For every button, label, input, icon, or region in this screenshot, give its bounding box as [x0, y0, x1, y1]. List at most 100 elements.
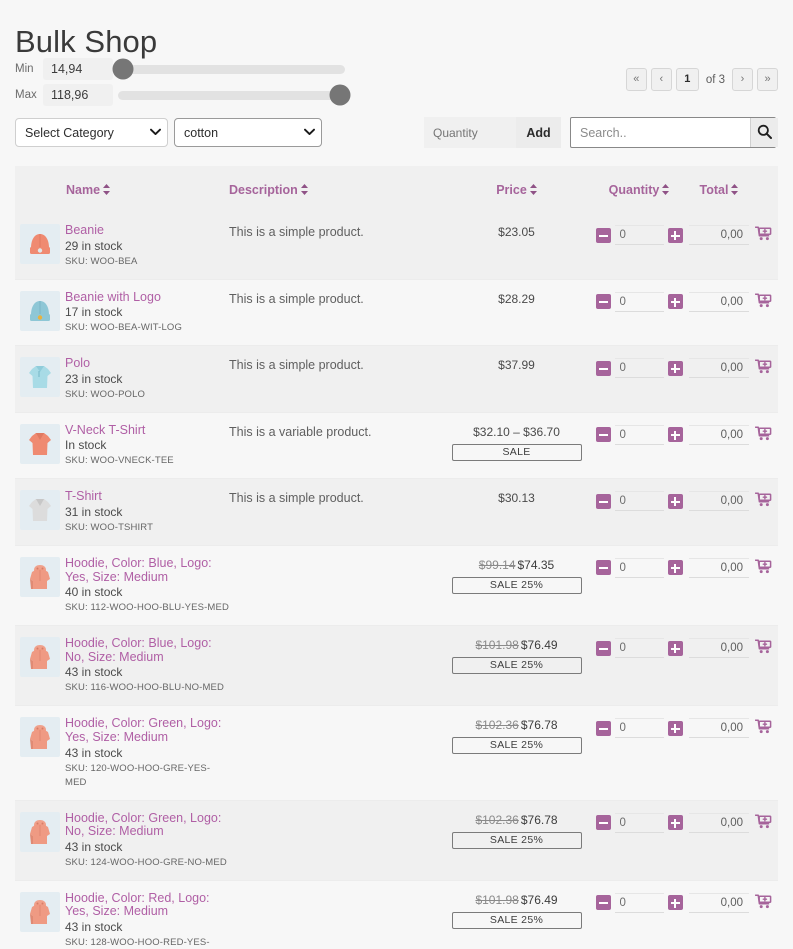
- quantity-decrease-button[interactable]: [596, 560, 611, 575]
- product-name-link[interactable]: Beanie with Logo: [65, 291, 229, 305]
- min-price-slider[interactable]: [118, 65, 345, 74]
- add-to-cart-button[interactable]: [755, 492, 772, 508]
- quantity-input[interactable]: [615, 893, 664, 913]
- product-name-link[interactable]: Hoodie, Color: Blue, Logo: No, Size: Med…: [65, 637, 229, 664]
- quantity-increase-button[interactable]: [668, 815, 683, 830]
- sale-badge: SALE: [452, 444, 582, 461]
- quantity-increase-button[interactable]: [668, 895, 683, 910]
- quantity-decrease-button[interactable]: [596, 895, 611, 910]
- product-stock: 43 in stock: [65, 840, 229, 855]
- quantity-increase-button[interactable]: [668, 560, 683, 575]
- quantity-decrease-button[interactable]: [596, 228, 611, 243]
- product-name-link[interactable]: Hoodie, Color: Red, Logo: Yes, Size: Med…: [65, 892, 229, 919]
- cart-plus-icon: [755, 230, 772, 245]
- add-to-cart-button[interactable]: [755, 559, 772, 575]
- category-select[interactable]: Select Category: [15, 118, 168, 147]
- header-name[interactable]: Name: [65, 183, 229, 197]
- quantity-input[interactable]: [615, 292, 664, 312]
- product-name-link[interactable]: Hoodie, Color: Blue, Logo: Yes, Size: Me…: [65, 557, 229, 584]
- total-input: [689, 638, 749, 658]
- product-stock: 29 in stock: [65, 239, 229, 254]
- add-to-cart-button[interactable]: [755, 719, 772, 735]
- quantity-input[interactable]: [615, 425, 664, 445]
- pagination-last-button[interactable]: »: [757, 68, 778, 91]
- quantity-increase-button[interactable]: [668, 494, 683, 509]
- quantity-increase-button[interactable]: [668, 294, 683, 309]
- product-name-link[interactable]: Beanie: [65, 224, 229, 238]
- add-to-cart-button[interactable]: [755, 359, 772, 375]
- quantity-decrease-button[interactable]: [596, 721, 611, 736]
- product-name-link[interactable]: V-Neck T-Shirt: [65, 424, 229, 438]
- search-button[interactable]: [750, 118, 778, 147]
- quantity-decrease-button[interactable]: [596, 641, 611, 656]
- search-input[interactable]: [571, 118, 750, 147]
- filter-selects: Select Category cotton: [15, 118, 322, 147]
- product-total-cell: [689, 291, 749, 312]
- add-to-cart-button[interactable]: [755, 226, 772, 242]
- quantity-input[interactable]: [615, 358, 664, 378]
- product-price-cell: $23.05: [444, 224, 589, 240]
- table-row: Polo23 in stockSKU: WOO-POLOThis is a si…: [15, 345, 778, 412]
- max-price-input[interactable]: [43, 84, 113, 106]
- pagination-first-button[interactable]: «: [626, 68, 647, 91]
- quantity-input[interactable]: [615, 225, 664, 245]
- product-total-cell: [689, 424, 749, 445]
- header-price[interactable]: Price: [444, 183, 589, 197]
- quantity-input[interactable]: [615, 558, 664, 578]
- total-input: [689, 491, 749, 511]
- header-quantity-label: Quantity: [609, 183, 660, 197]
- table-body: Beanie29 in stockSKU: WOO-BEAThis is a s…: [15, 213, 778, 949]
- pagination-next-button[interactable]: ›: [732, 68, 753, 91]
- product-thumbnail-cell: [15, 490, 65, 530]
- quantity-input[interactable]: [615, 491, 664, 511]
- quantity-increase-button[interactable]: [668, 361, 683, 376]
- tag-select[interactable]: cotton: [174, 118, 322, 147]
- product-price-cell: $37.99: [444, 357, 589, 373]
- add-to-cart-button[interactable]: [755, 426, 772, 442]
- header-name-label: Name: [66, 183, 100, 197]
- cart-plus-icon: [755, 643, 772, 658]
- product-description: [229, 812, 444, 813]
- quantity-input[interactable]: [615, 718, 664, 738]
- header-description[interactable]: Description: [229, 183, 444, 197]
- product-description-cell: This is a simple product.: [229, 357, 444, 373]
- max-price-slider-knob[interactable]: [330, 85, 351, 106]
- add-button[interactable]: Add: [516, 117, 561, 148]
- pagination-current-page[interactable]: 1: [676, 68, 699, 91]
- bulk-quantity-input[interactable]: [424, 117, 516, 148]
- header-total[interactable]: Total: [689, 183, 749, 197]
- quantity-decrease-button[interactable]: [596, 815, 611, 830]
- cart-plus-icon: [755, 563, 772, 578]
- product-name-link[interactable]: Hoodie, Color: Green, Logo: No, Size: Me…: [65, 812, 229, 839]
- min-price-input[interactable]: [43, 58, 113, 80]
- quantity-increase-button[interactable]: [668, 228, 683, 243]
- product-thumbnail-cell: [15, 357, 65, 397]
- quantity-decrease-button[interactable]: [596, 427, 611, 442]
- product-sku: SKU: 128-WOO-HOO-RED-YES-MED: [65, 936, 229, 949]
- quantity-increase-button[interactable]: [668, 427, 683, 442]
- product-price-original: $101.98: [475, 638, 518, 652]
- add-to-cart-button[interactable]: [755, 814, 772, 830]
- add-to-cart-button[interactable]: [755, 293, 772, 309]
- quantity-increase-button[interactable]: [668, 641, 683, 656]
- product-description-cell: This is a variable product.: [229, 424, 444, 440]
- quantity-decrease-button[interactable]: [596, 494, 611, 509]
- sale-badge: SALE 25%: [452, 737, 582, 754]
- add-to-cart-button[interactable]: [755, 894, 772, 910]
- add-to-cart-button[interactable]: [755, 639, 772, 655]
- min-price-slider-knob[interactable]: [112, 59, 133, 80]
- quantity-increase-button[interactable]: [668, 721, 683, 736]
- quantity-decrease-button[interactable]: [596, 361, 611, 376]
- product-name-link[interactable]: T-Shirt: [65, 490, 229, 504]
- quantity-decrease-button[interactable]: [596, 294, 611, 309]
- quantity-input[interactable]: [615, 638, 664, 658]
- product-name-link[interactable]: Polo: [65, 357, 229, 371]
- product-stock: 17 in stock: [65, 305, 229, 320]
- pagination-prev-button[interactable]: ‹: [651, 68, 672, 91]
- product-sku: SKU: WOO-TSHIRT: [65, 521, 229, 535]
- product-name-link[interactable]: Hoodie, Color: Green, Logo: Yes, Size: M…: [65, 717, 229, 744]
- quantity-input[interactable]: [615, 813, 664, 833]
- header-quantity[interactable]: Quantity: [589, 183, 689, 197]
- max-price-slider[interactable]: [118, 91, 345, 100]
- product-thumbnail: [20, 892, 60, 932]
